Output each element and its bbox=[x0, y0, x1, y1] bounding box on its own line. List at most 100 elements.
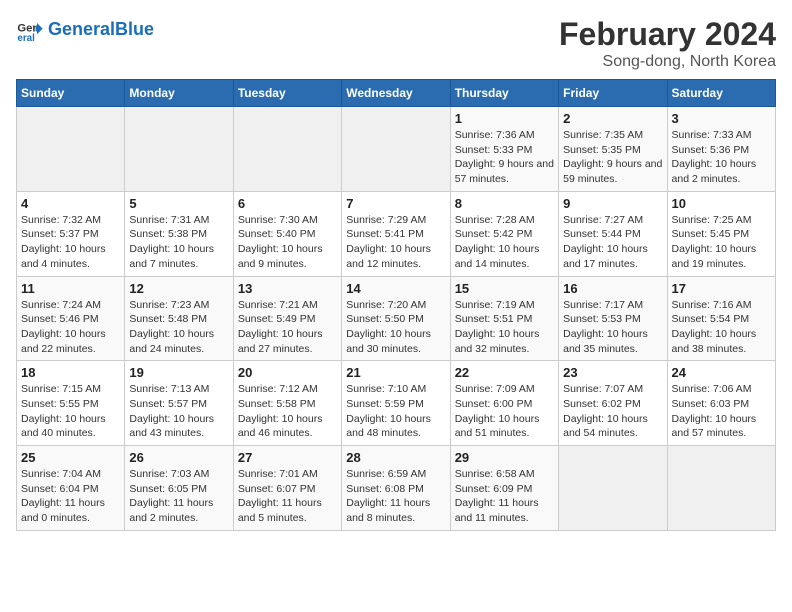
calendar-cell: 6 Sunrise: 7:30 AMSunset: 5:40 PMDaylight… bbox=[233, 191, 341, 276]
day-number: 15 bbox=[455, 281, 554, 296]
calendar-table: Sunday Monday Tuesday Wednesday Thursday… bbox=[16, 79, 776, 531]
day-info: Sunrise: 6:59 AMSunset: 6:08 PMDaylight:… bbox=[346, 467, 445, 526]
calendar-cell: 22 Sunrise: 7:09 AMSunset: 6:00 PMDayligh… bbox=[450, 361, 558, 446]
logo: Gen eral GeneralBlue bbox=[16, 16, 154, 44]
day-info: Sunrise: 7:33 AMSunset: 5:36 PMDaylight:… bbox=[672, 128, 771, 187]
calendar-cell: 9 Sunrise: 7:27 AMSunset: 5:44 PMDaylight… bbox=[559, 191, 667, 276]
day-info: Sunrise: 7:25 AMSunset: 5:45 PMDaylight:… bbox=[672, 213, 771, 272]
calendar-cell: 11 Sunrise: 7:24 AMSunset: 5:46 PMDayligh… bbox=[17, 276, 125, 361]
calendar-cell: 15 Sunrise: 7:19 AMSunset: 5:51 PMDayligh… bbox=[450, 276, 558, 361]
logo-icon: Gen eral bbox=[16, 16, 44, 44]
calendar-cell: 10Sunrise: 7:25 AMSunset: 5:45 PMDayligh… bbox=[667, 191, 775, 276]
calendar-cell: 8Sunrise: 7:28 AMSunset: 5:42 PMDaylight… bbox=[450, 191, 558, 276]
day-number: 27 bbox=[238, 450, 337, 465]
day-info: Sunrise: 7:28 AMSunset: 5:42 PMDaylight:… bbox=[455, 213, 554, 272]
day-number: 3 bbox=[672, 111, 771, 126]
day-info: Sunrise: 7:32 AMSunset: 5:37 PMDaylight:… bbox=[21, 213, 120, 272]
page-title: February 2024 bbox=[559, 16, 776, 53]
calendar-cell bbox=[233, 107, 341, 192]
calendar-cell: 7 Sunrise: 7:29 AMSunset: 5:41 PMDaylight… bbox=[342, 191, 450, 276]
day-number: 18 bbox=[21, 365, 120, 380]
day-number: 25 bbox=[21, 450, 120, 465]
calendar-cell: 27 Sunrise: 7:01 AMSunset: 6:07 PMDayligh… bbox=[233, 446, 341, 531]
svg-text:eral: eral bbox=[17, 33, 35, 44]
title-block: February 2024 Song-dong, North Korea bbox=[559, 16, 776, 71]
day-info: Sunrise: 7:13 AMSunset: 5:57 PMDaylight:… bbox=[129, 382, 228, 441]
day-info: Sunrise: 7:04 AMSunset: 6:04 PMDaylight:… bbox=[21, 467, 120, 526]
day-info: Sunrise: 7:03 AMSunset: 6:05 PMDaylight:… bbox=[129, 467, 228, 526]
col-saturday: Saturday bbox=[667, 80, 775, 107]
page-subtitle: Song-dong, North Korea bbox=[559, 53, 776, 71]
calendar-cell: 17Sunrise: 7:16 AMSunset: 5:54 PMDayligh… bbox=[667, 276, 775, 361]
calendar-cell: 5 Sunrise: 7:31 AMSunset: 5:38 PMDaylight… bbox=[125, 191, 233, 276]
col-friday: Friday bbox=[559, 80, 667, 107]
day-info: Sunrise: 6:58 AMSunset: 6:09 PMDaylight:… bbox=[455, 467, 554, 526]
day-info: Sunrise: 7:31 AMSunset: 5:38 PMDaylight:… bbox=[129, 213, 228, 272]
calendar-body: 1 Sunrise: 7:36 AMSunset: 5:33 PMDaylight… bbox=[17, 107, 776, 531]
day-info: Sunrise: 7:27 AMSunset: 5:44 PMDaylight:… bbox=[563, 213, 662, 272]
day-number: 12 bbox=[129, 281, 228, 296]
day-number: 24 bbox=[672, 365, 771, 380]
day-number: 5 bbox=[129, 196, 228, 211]
day-number: 1 bbox=[455, 111, 554, 126]
day-info: Sunrise: 7:20 AMSunset: 5:50 PMDaylight:… bbox=[346, 298, 445, 357]
day-number: 20 bbox=[238, 365, 337, 380]
day-number: 11 bbox=[21, 281, 120, 296]
day-number: 16 bbox=[563, 281, 662, 296]
day-info: Sunrise: 7:12 AMSunset: 5:58 PMDaylight:… bbox=[238, 382, 337, 441]
calendar-week-5: 25 Sunrise: 7:04 AMSunset: 6:04 PMDayligh… bbox=[17, 446, 776, 531]
calendar-week-4: 18 Sunrise: 7:15 AMSunset: 5:55 PMDayligh… bbox=[17, 361, 776, 446]
day-number: 6 bbox=[238, 196, 337, 211]
calendar-cell: 4 Sunrise: 7:32 AMSunset: 5:37 PMDaylight… bbox=[17, 191, 125, 276]
day-info: Sunrise: 7:15 AMSunset: 5:55 PMDaylight:… bbox=[21, 382, 120, 441]
calendar-cell: 13 Sunrise: 7:21 AMSunset: 5:49 PMDayligh… bbox=[233, 276, 341, 361]
day-info: Sunrise: 7:09 AMSunset: 6:00 PMDaylight:… bbox=[455, 382, 554, 441]
col-monday: Monday bbox=[125, 80, 233, 107]
col-sunday: Sunday bbox=[17, 80, 125, 107]
col-wednesday: Wednesday bbox=[342, 80, 450, 107]
day-info: Sunrise: 7:35 AMSunset: 5:35 PMDaylight:… bbox=[563, 128, 662, 187]
day-info: Sunrise: 7:06 AMSunset: 6:03 PMDaylight:… bbox=[672, 382, 771, 441]
calendar-cell: 12 Sunrise: 7:23 AMSunset: 5:48 PMDayligh… bbox=[125, 276, 233, 361]
day-number: 29 bbox=[455, 450, 554, 465]
logo-blue: Blue bbox=[115, 19, 154, 39]
calendar-cell: 26 Sunrise: 7:03 AMSunset: 6:05 PMDayligh… bbox=[125, 446, 233, 531]
day-number: 14 bbox=[346, 281, 445, 296]
calendar-cell: 14 Sunrise: 7:20 AMSunset: 5:50 PMDayligh… bbox=[342, 276, 450, 361]
day-info: Sunrise: 7:01 AMSunset: 6:07 PMDaylight:… bbox=[238, 467, 337, 526]
day-number: 22 bbox=[455, 365, 554, 380]
day-info: Sunrise: 7:23 AMSunset: 5:48 PMDaylight:… bbox=[129, 298, 228, 357]
col-tuesday: Tuesday bbox=[233, 80, 341, 107]
calendar-cell: 28 Sunrise: 6:59 AMSunset: 6:08 PMDayligh… bbox=[342, 446, 450, 531]
day-number: 13 bbox=[238, 281, 337, 296]
calendar-cell: 20 Sunrise: 7:12 AMSunset: 5:58 PMDayligh… bbox=[233, 361, 341, 446]
day-number: 9 bbox=[563, 196, 662, 211]
day-number: 4 bbox=[21, 196, 120, 211]
day-number: 28 bbox=[346, 450, 445, 465]
day-info: Sunrise: 7:21 AMSunset: 5:49 PMDaylight:… bbox=[238, 298, 337, 357]
day-number: 7 bbox=[346, 196, 445, 211]
day-info: Sunrise: 7:19 AMSunset: 5:51 PMDaylight:… bbox=[455, 298, 554, 357]
day-info: Sunrise: 7:07 AMSunset: 6:02 PMDaylight:… bbox=[563, 382, 662, 441]
calendar-week-3: 11 Sunrise: 7:24 AMSunset: 5:46 PMDayligh… bbox=[17, 276, 776, 361]
day-number: 26 bbox=[129, 450, 228, 465]
calendar-cell bbox=[342, 107, 450, 192]
day-info: Sunrise: 7:24 AMSunset: 5:46 PMDaylight:… bbox=[21, 298, 120, 357]
calendar-cell: 3 Sunrise: 7:33 AMSunset: 5:36 PMDaylight… bbox=[667, 107, 775, 192]
calendar-cell: 29 Sunrise: 6:58 AMSunset: 6:09 PMDayligh… bbox=[450, 446, 558, 531]
day-number: 2 bbox=[563, 111, 662, 126]
calendar-cell: 25 Sunrise: 7:04 AMSunset: 6:04 PMDayligh… bbox=[17, 446, 125, 531]
day-info: Sunrise: 7:36 AMSunset: 5:33 PMDaylight:… bbox=[455, 128, 554, 187]
calendar-cell bbox=[17, 107, 125, 192]
day-info: Sunrise: 7:30 AMSunset: 5:40 PMDaylight:… bbox=[238, 213, 337, 272]
day-info: Sunrise: 7:16 AMSunset: 5:54 PMDaylight:… bbox=[672, 298, 771, 357]
col-thursday: Thursday bbox=[450, 80, 558, 107]
calendar-cell bbox=[667, 446, 775, 531]
calendar-cell: 19 Sunrise: 7:13 AMSunset: 5:57 PMDayligh… bbox=[125, 361, 233, 446]
day-info: Sunrise: 7:29 AMSunset: 5:41 PMDaylight:… bbox=[346, 213, 445, 272]
day-number: 19 bbox=[129, 365, 228, 380]
calendar-cell: 18 Sunrise: 7:15 AMSunset: 5:55 PMDayligh… bbox=[17, 361, 125, 446]
calendar-header: Sunday Monday Tuesday Wednesday Thursday… bbox=[17, 80, 776, 107]
calendar-cell bbox=[559, 446, 667, 531]
day-number: 23 bbox=[563, 365, 662, 380]
